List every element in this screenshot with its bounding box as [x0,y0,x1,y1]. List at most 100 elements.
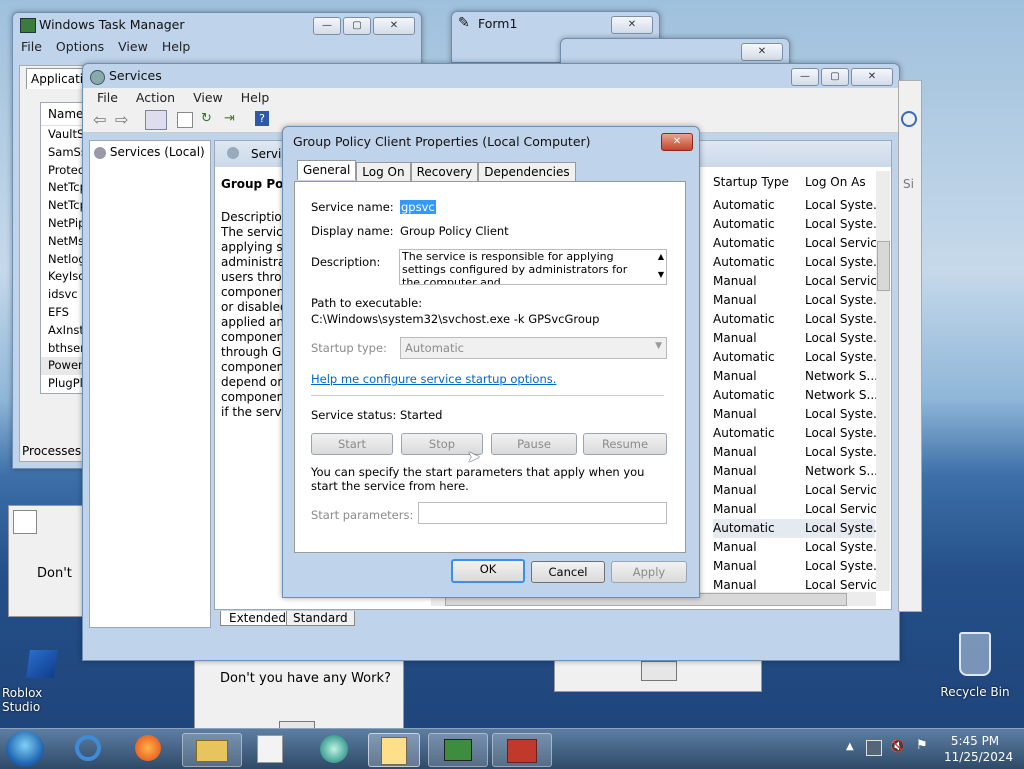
cancel-button[interactable]: Cancel [531,561,605,583]
resume-button[interactable]: Resume [583,433,667,455]
menu-file[interactable]: File [97,88,118,108]
menu-options[interactable]: Options [56,37,104,57]
tab-log-on[interactable]: Log On [356,162,411,182]
table-row[interactable]: Manual Local Syste... [713,329,884,348]
start-params-input[interactable] [418,502,667,524]
bg-window-2-close-button[interactable]: ✕ [741,43,783,61]
volume-muted-icon[interactable]: 🔇 [890,739,905,753]
minimize-button[interactable]: — [313,17,341,35]
table-row[interactable]: Manual Local Syste... [713,557,884,576]
services-gear-icon [227,147,239,159]
task-manager-taskbar-icon[interactable] [428,733,488,767]
refresh-icon[interactable]: ↻ [201,111,212,126]
back-arrow-icon[interactable]: ⇦ [93,110,106,129]
services-maximize-button[interactable]: ▢ [821,68,849,86]
cell-startup-type: Manual [713,331,757,345]
recycle-bin-shortcut[interactable]: Recycle Bin [940,632,1010,699]
media-player-icon[interactable] [250,733,290,765]
path-label: Path to executable: [311,296,423,310]
services-minimize-button[interactable]: — [791,68,819,86]
action-center-flag-icon[interactable]: ⚑ [916,738,928,753]
services-taskbar-icon[interactable] [492,733,552,767]
tab-dependencies[interactable]: Dependencies [478,162,576,182]
clock[interactable]: 5:45 PM 11/25/2024 [944,733,1013,765]
table-row[interactable]: Manual Local Syste... [713,443,884,462]
column-log-on-as[interactable]: Log On As [805,175,866,189]
bg-window-right-button[interactable] [641,661,677,681]
table-row[interactable]: Manual Network S... [713,367,878,386]
menu-action[interactable]: Action [136,88,175,108]
form1-title: ✎ Form1 ✕ [452,12,659,36]
description-box[interactable]: The service is responsible for applying … [399,249,667,285]
internet-explorer-icon[interactable] [68,733,108,765]
cell-log-on-as: Local Syste... [805,521,885,535]
app-icon[interactable] [314,733,354,765]
list-vscrollbar[interactable] [876,171,890,591]
table-row[interactable]: Manual Local Syste... [713,291,884,310]
table-row[interactable]: Automatic Local Service [713,234,884,253]
maximize-button[interactable]: ▢ [343,17,371,35]
file-explorer-icon[interactable] [182,733,242,767]
table-row[interactable]: Automatic Local Syste... [713,424,884,443]
table-row[interactable]: Automatic Local Syste... [713,348,884,367]
menu-view[interactable]: View [193,88,223,108]
show-hidden-icons[interactable]: ▲ [846,741,854,752]
startup-type-select[interactable]: Automatic ▼ [400,337,667,359]
pause-button[interactable]: Pause [491,433,577,455]
column-startup-type[interactable]: Startup Type [713,175,789,189]
form1-close-button[interactable]: ✕ [611,16,653,34]
table-row[interactable]: Automatic Local Syste... [713,519,884,538]
table-row[interactable]: Automatic Local Syste... [713,310,884,329]
table-row[interactable]: Automatic Local Syste... [713,253,884,272]
table-row[interactable]: Manual Local Syste... [713,538,884,557]
cell-log-on-as: Local Syste... [805,540,885,554]
properties-icon[interactable] [177,112,193,128]
network-icon[interactable] [866,740,882,756]
menu-file[interactable]: File [21,37,42,57]
close-button[interactable]: ✕ [373,17,415,35]
table-row[interactable]: Manual Local Service [713,481,884,500]
apply-button[interactable]: Apply [611,561,687,583]
table-row[interactable]: Manual Local Service [713,500,884,519]
cell-log-on-as: Local Syste... [805,293,885,307]
menu-help[interactable]: Help [162,37,191,57]
start-button[interactable] [6,731,44,767]
table-row[interactable]: Automatic Local Syste... [713,215,884,234]
service-name-value[interactable]: gpsvc [400,200,436,214]
right-search-icon[interactable] [901,111,917,127]
services-close-button[interactable]: ✕ [851,68,893,86]
services-tree: Services (Local) [89,140,211,628]
menu-view[interactable]: View [118,37,148,57]
table-row[interactable]: Automatic Network S... [713,386,878,405]
start-button[interactable]: Start [311,433,393,455]
tree-item-services-local[interactable]: Services (Local) [90,141,210,163]
tab-recovery[interactable]: Recovery [410,162,479,182]
tab-general[interactable]: General [297,160,357,180]
help-icon[interactable]: ? [255,111,269,126]
dialog-close-button[interactable]: ✕ [661,133,693,151]
ok-button[interactable]: OK [451,559,525,583]
tab-standard[interactable]: Standard [286,611,355,626]
table-row[interactable]: Automatic Local Syste... [713,196,884,215]
export-icon[interactable]: ⇥ [224,111,235,126]
vscroll-thumb[interactable] [877,241,890,291]
mouse-cursor-icon: ➤ [467,447,481,466]
help-link[interactable]: Help me configure service startup option… [311,372,556,386]
table-row[interactable]: Manual Network S... [713,462,878,481]
table-row[interactable]: Manual Local Syste... [713,405,884,424]
forward-arrow-icon[interactable]: ⇨ [115,110,128,129]
properties-dialog: Group Policy Client Properties (Local Co… [282,126,700,598]
description-scroll-up-icon[interactable]: ▲ [658,252,664,261]
table-row[interactable]: Manual Local Service [713,272,884,291]
menu-help[interactable]: Help [241,88,270,108]
cell-startup-type: Manual [713,559,757,573]
form1-taskbar-icon[interactable] [368,733,420,767]
console-tree-icon[interactable] [145,110,167,130]
firefox-icon[interactable] [128,733,168,765]
display-name-label: Display name: [311,224,394,238]
tab-extended[interactable]: Extended [220,611,295,626]
divider [311,395,664,396]
cell-log-on-as: Network S... [805,369,878,383]
roblox-studio-shortcut[interactable]: Roblox Studio [2,650,82,714]
description-scroll-down-icon[interactable]: ▼ [658,270,664,279]
